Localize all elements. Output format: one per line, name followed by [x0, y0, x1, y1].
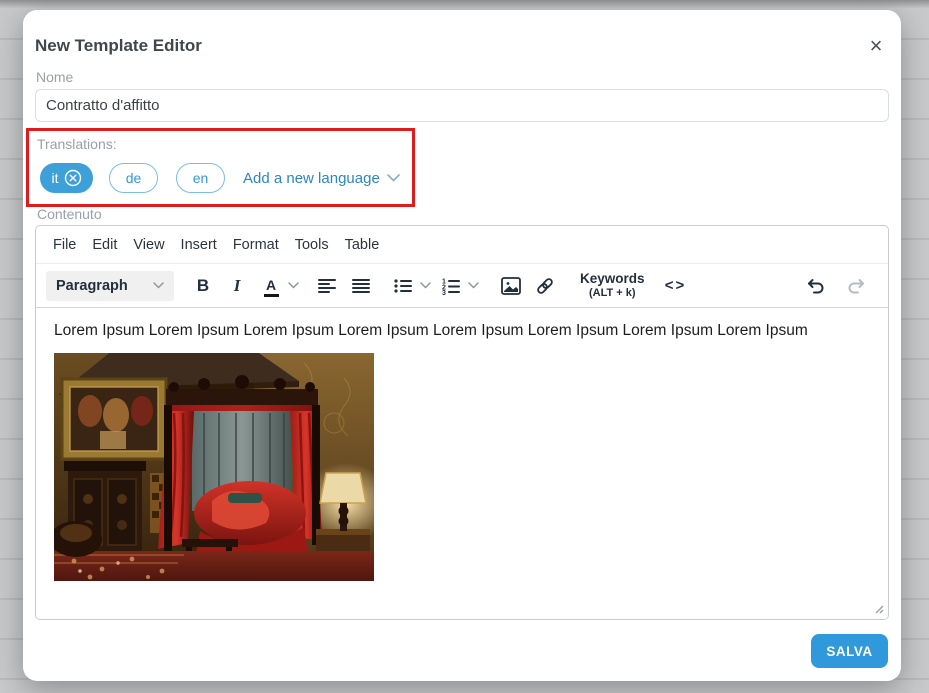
- editor-statusbar: [36, 596, 888, 619]
- keywords-button[interactable]: Keywords (ALT + k): [574, 271, 651, 301]
- bold-button[interactable]: B: [190, 271, 216, 301]
- keywords-shortcut: (ALT + k): [589, 287, 636, 300]
- screen: New Template Editor × Nome Translations:…: [0, 0, 929, 693]
- contenuto-label: Contenuto: [37, 206, 102, 222]
- menu-view[interactable]: View: [125, 233, 172, 257]
- redo-icon[interactable]: [844, 271, 870, 301]
- language-pill-de-label: de: [126, 170, 142, 186]
- add-language-dropdown[interactable]: Add a new language: [243, 170, 400, 187]
- close-icon[interactable]: ×: [864, 34, 888, 58]
- dimmed-topbar: [0, 0, 929, 8]
- source-code-icon[interactable]: <>: [663, 271, 689, 301]
- dialog-title: New Template Editor: [35, 36, 202, 56]
- remove-language-icon[interactable]: [64, 169, 82, 187]
- editor-menubar: File Edit View Insert Format Tools Table: [36, 226, 888, 264]
- chevron-down-icon: [387, 174, 400, 182]
- language-pill-it[interactable]: it: [40, 163, 93, 193]
- bullet-list-icon[interactable]: [390, 271, 416, 301]
- paragraph-format-select[interactable]: Paragraph: [46, 271, 174, 301]
- numbered-list-icon[interactable]: 1 2 3: [438, 271, 464, 301]
- undo-redo-group: [802, 271, 870, 301]
- paragraph-format-label: Paragraph: [56, 278, 128, 294]
- undo-icon[interactable]: [802, 271, 828, 301]
- bullet-list-chevron-icon[interactable]: [416, 271, 434, 301]
- menu-tools[interactable]: Tools: [287, 233, 337, 257]
- menu-insert[interactable]: Insert: [173, 233, 225, 257]
- language-pill-en-label: en: [193, 170, 209, 186]
- insert-image-icon[interactable]: [498, 271, 524, 301]
- svg-text:3: 3: [442, 290, 446, 295]
- text-color-button[interactable]: A: [258, 271, 284, 301]
- language-pills: it de en Add a new language: [40, 163, 400, 193]
- content-paragraph: Lorem Ipsum Lorem Ipsum Lorem Ipsum Lore…: [54, 322, 870, 340]
- add-language-label: Add a new language: [243, 170, 380, 187]
- new-template-editor-dialog: New Template Editor × Nome Translations:…: [23, 10, 901, 681]
- menu-table[interactable]: Table: [337, 233, 388, 257]
- keywords-label: Keywords: [580, 271, 645, 287]
- text-color-label: A: [266, 278, 276, 292]
- menu-format[interactable]: Format: [225, 233, 287, 257]
- editor-toolbar: Paragraph B I A: [36, 264, 888, 308]
- insert-link-icon[interactable]: [532, 271, 558, 301]
- language-pill-de[interactable]: de: [109, 163, 158, 193]
- resize-handle-icon[interactable]: [873, 603, 884, 614]
- chevron-down-icon: [153, 282, 164, 289]
- language-pill-it-label: it: [52, 170, 59, 186]
- translations-label: Translations:: [37, 136, 117, 152]
- save-button[interactable]: SALVA: [811, 634, 888, 668]
- numbered-list-chevron-icon[interactable]: [464, 271, 482, 301]
- text-color-swatch: [264, 294, 279, 297]
- language-pill-en[interactable]: en: [176, 163, 225, 193]
- rich-text-editor: File Edit View Insert Format Tools Table…: [35, 225, 889, 620]
- menu-edit[interactable]: Edit: [84, 233, 125, 257]
- editor-content-area[interactable]: Lorem Ipsum Lorem Ipsum Lorem Ipsum Lore…: [36, 308, 888, 596]
- italic-button[interactable]: I: [224, 271, 250, 301]
- align-left-icon[interactable]: [314, 271, 340, 301]
- align-justify-icon[interactable]: [348, 271, 374, 301]
- content-image-bedroom[interactable]: [54, 353, 374, 581]
- nome-label: Nome: [36, 69, 73, 85]
- nome-input[interactable]: [35, 89, 889, 122]
- menu-file[interactable]: File: [45, 233, 84, 257]
- text-color-chevron-icon[interactable]: [284, 271, 302, 301]
